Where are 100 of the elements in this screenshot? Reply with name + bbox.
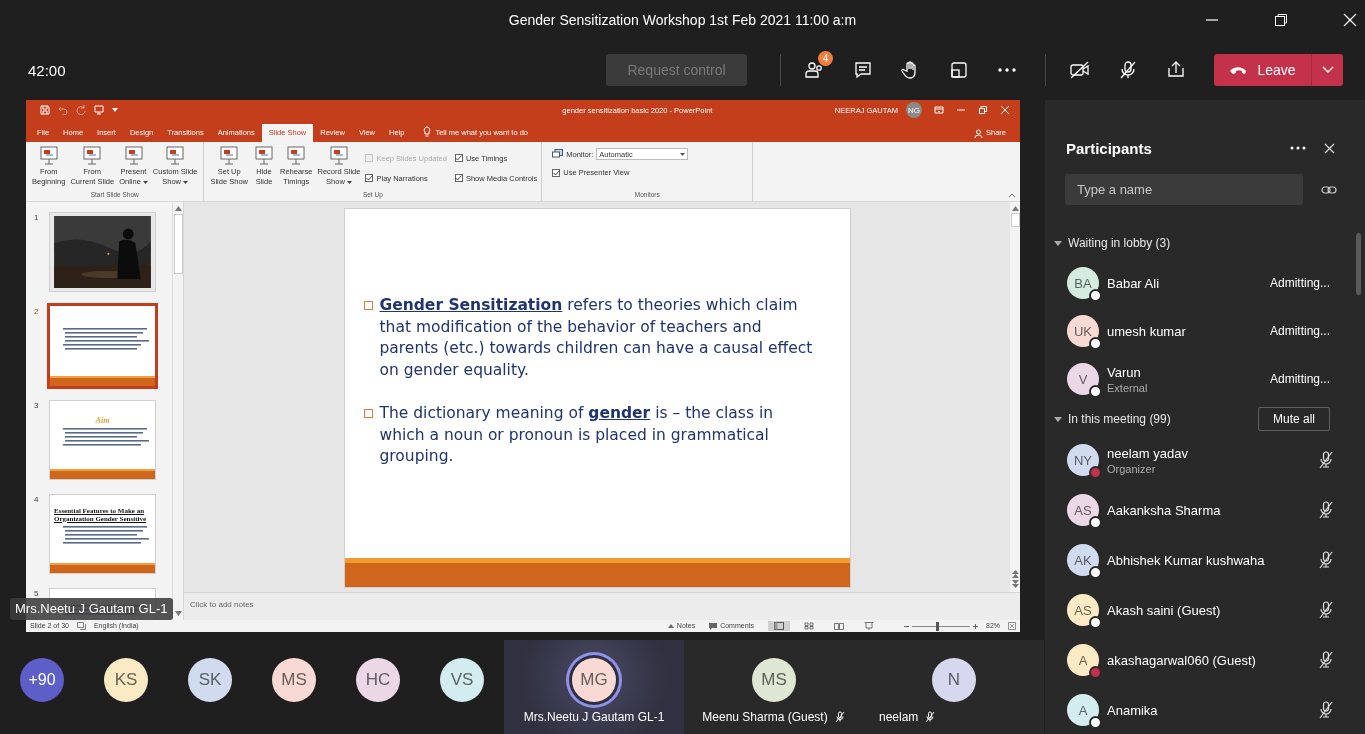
slide-number: 4 [33,494,40,506]
screen-icon [122,145,145,165]
leave-button[interactable]: Leave [1214,54,1311,86]
microphone-off-icon[interactable] [1318,551,1334,569]
caret-icon[interactable] [1054,416,1062,422]
collapse-ribbon-icon[interactable] [1008,193,1016,198]
previous-slide-icon[interactable] [1011,570,1019,578]
section-header[interactable]: In this meeting (99) [1068,412,1171,426]
save-icon[interactable] [40,105,50,115]
participant-role: Organizer [1107,462,1157,475]
participant-name: Anamika [1107,702,1158,718]
notification-badge: 4 [818,51,833,66]
checkbox[interactable] [552,168,561,177]
microphone-off-icon[interactable] [1318,651,1334,669]
caret-icon [183,180,189,184]
checkbox[interactable] [365,174,374,182]
undo-icon[interactable] [58,105,68,115]
bullet-text: The dictionary meaning of gender is – the class in which a noun or pronoun is placed in grammatical grouping. [379,403,775,467]
caret-icon[interactable] [1054,240,1062,246]
participant-name: neelam [879,710,919,724]
comment-icon [709,622,718,630]
restore-icon[interactable] [978,105,988,115]
panel-title: Participants [1066,139,1152,157]
scroll-up-icon[interactable] [174,206,182,211]
slide-number: 1 [33,212,40,224]
participant-name: Abhishek Kumar kushwaha [1107,552,1265,568]
ribbon-display-icon[interactable] [934,105,944,115]
scroll-up-icon[interactable] [1011,206,1019,211]
window-title: Gender Sensitization Workshop 1st Feb 2021 11:00 a:m [508,12,857,28]
avatar: UK [1067,315,1099,347]
fit-slide-icon[interactable] [1008,622,1016,630]
participant-name: Akash saini (Guest) [1107,602,1221,618]
bullet-text: Gender Sensitization refers to theories which claim that modification of the behavior of teachers and parents (etc.) towards children can have a causal effect on gender equality. [379,295,814,381]
microphone-off-icon[interactable] [1318,501,1334,519]
zoom-out-icon[interactable] [904,623,909,629]
bullet-icon [363,301,373,310]
bullet-icon [363,409,373,418]
accessibility-icon[interactable] [76,622,86,630]
avatar: MS [752,658,796,702]
avatar: VS [440,658,484,702]
more-icon[interactable] [1290,146,1306,150]
screen-icon [164,145,187,165]
scroll-down-icon[interactable] [174,611,182,616]
start-slideshow-icon[interactable] [94,105,104,115]
layout-icon[interactable] [949,60,969,80]
microphone-off-icon[interactable] [1118,60,1138,80]
scrollbar-thumb[interactable] [1356,233,1361,295]
share-screen-icon[interactable] [1166,60,1186,80]
admitting-status: Admitting... [1269,276,1330,290]
section-header[interactable]: Waiting in lobby (3) [1068,236,1171,250]
slide-number: 3 [33,400,40,412]
maximize-icon[interactable] [1274,13,1288,27]
next-slide-icon[interactable] [1011,580,1019,588]
presenter-name-tooltip: Mrs.Neetu J Gautam GL-1 [10,598,174,620]
scrollbar-thumb[interactable] [173,214,183,274]
search-field[interactable]: Type a name [1065,174,1303,205]
avatar: A [1067,694,1099,726]
microphone-off-icon[interactable] [1318,601,1334,619]
close-icon[interactable] [1324,142,1335,154]
checkbox[interactable] [454,154,463,162]
avatar: BA [1067,267,1099,299]
microphone-off-icon[interactable] [1318,451,1334,469]
avatar: MS [272,658,316,702]
normal-view-icon[interactable] [768,621,790,631]
lightbulb-icon[interactable] [423,126,432,137]
participant-name: Mrs.Neetu J Gautam GL-1 [523,710,665,724]
scrollbar-thumb[interactable] [1010,213,1020,227]
participant-name: Babar Ali [1107,275,1160,291]
zoom-in-icon[interactable] [973,623,978,629]
overflow-count[interactable]: +90 [20,658,64,702]
admitting-status: Admitting... [1269,324,1330,338]
avatar: A [1067,644,1099,676]
slider-thumb[interactable] [936,621,940,631]
camera-off-icon[interactable] [1069,60,1091,80]
mute-all-button[interactable]: Mute all [1258,407,1330,431]
screen-icon [253,145,275,165]
checkbox[interactable] [454,174,463,182]
avatar: HC [356,658,400,702]
caret-icon [346,180,352,184]
chat-icon[interactable] [853,60,873,80]
person-icon [974,128,983,138]
thumbnail-title: Aim [95,416,110,425]
avatar: AS [1067,594,1099,626]
leave-options-button[interactable] [1311,54,1343,86]
avatar: AK [1067,544,1099,576]
link-icon[interactable] [1321,184,1337,195]
avatar: V [1067,363,1099,395]
screen-icon [218,145,241,165]
caret-icon[interactable] [112,108,118,112]
participant-name: Meenu Sharma (Guest) [702,710,828,724]
call-timer: 42:00 [28,61,67,79]
screen-icon [328,145,350,165]
slide-thumbnail[interactable] [47,303,158,389]
avatar: N [932,658,976,702]
avatar: KS [104,658,148,702]
microphone-off-icon[interactable] [1318,701,1334,719]
participant-name: umesh kumar [1107,323,1186,339]
participant-role: External [1107,381,1148,394]
avatar: NG [906,102,922,118]
notes-field[interactable]: Click to add notes [184,592,1020,620]
